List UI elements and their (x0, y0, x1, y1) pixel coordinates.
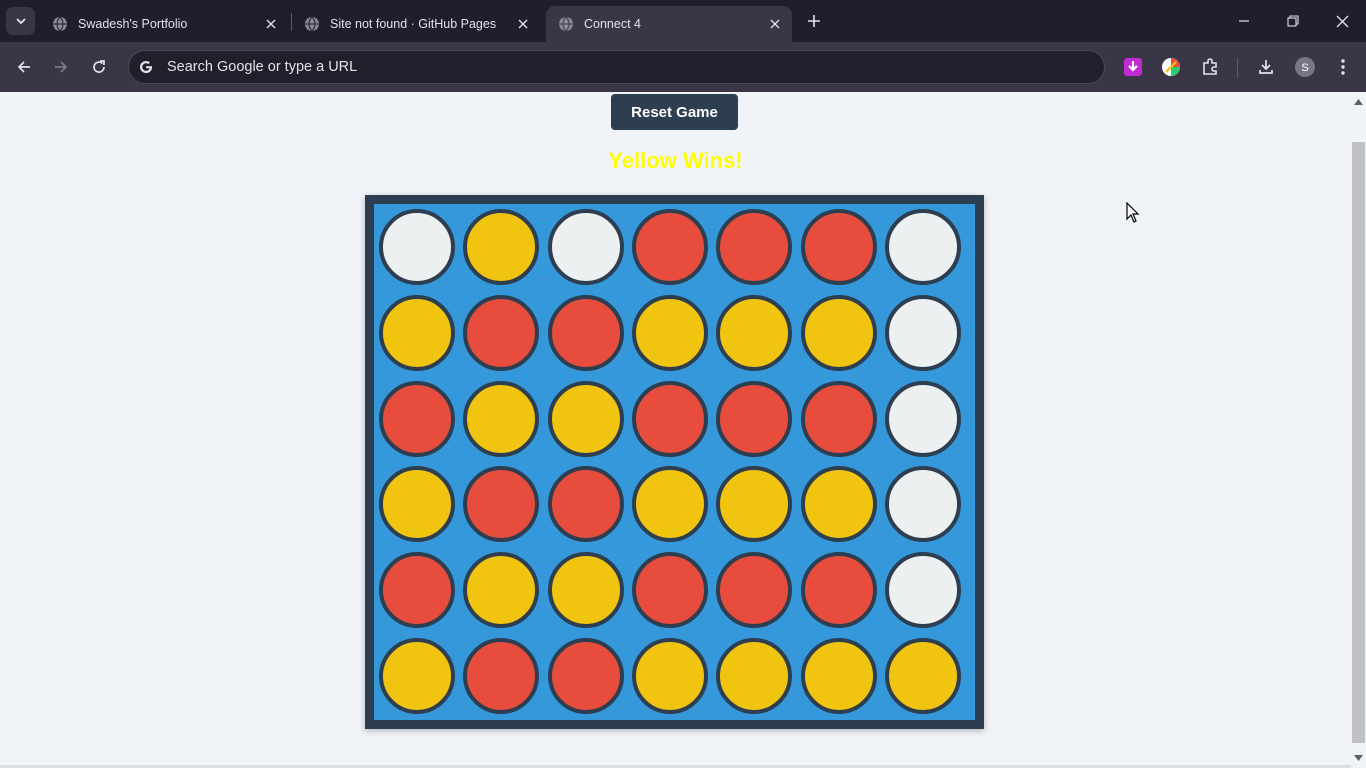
arrow-right-icon (55, 61, 68, 73)
vertical-scrollbar[interactable] (1351, 92, 1366, 768)
board-cell-yellow[interactable] (800, 294, 877, 371)
board-cell-yellow[interactable] (379, 294, 455, 371)
board-cell-yellow[interactable] (463, 209, 540, 285)
reload-button[interactable] (83, 51, 115, 83)
mouse-cursor-icon (1126, 201, 1140, 229)
board-cell-red[interactable] (379, 552, 455, 629)
scroll-up-icon[interactable] (1354, 97, 1363, 106)
board-cell-red[interactable] (463, 294, 540, 371)
board-cell-red[interactable] (547, 638, 624, 714)
tab-github-pages[interactable]: Site not found · GitHub Pages (292, 6, 540, 42)
address-bar[interactable]: Search Google or type a URL (128, 50, 1105, 84)
board-cell-empty[interactable] (379, 209, 455, 285)
board-cell-red[interactable] (716, 552, 793, 629)
plus-icon (808, 15, 820, 27)
board-cell-yellow[interactable] (716, 294, 793, 371)
board-cell-red[interactable] (631, 552, 708, 629)
tab-portfolio[interactable]: Swadesh's Portfolio (40, 6, 288, 42)
new-tab-button[interactable] (802, 9, 826, 33)
board-cell-empty[interactable] (884, 380, 961, 457)
restore-button[interactable] (1269, 0, 1317, 42)
arrow-left-icon (17, 61, 30, 73)
board-cell-empty[interactable] (884, 294, 961, 371)
globe-icon (304, 16, 320, 32)
menu-button[interactable] (1333, 57, 1353, 77)
chevron-down-icon (15, 18, 26, 25)
back-button[interactable] (8, 51, 40, 83)
board-cell-red[interactable] (379, 380, 455, 457)
tab-title: Swadesh's Portfolio (78, 17, 188, 31)
board-cell-empty[interactable] (884, 209, 961, 285)
board-cell-yellow[interactable] (716, 466, 793, 543)
board-cell-empty[interactable] (547, 209, 624, 285)
board-cell-yellow[interactable] (463, 380, 540, 457)
board-cell-red[interactable] (547, 466, 624, 543)
board-cell-red[interactable] (463, 466, 540, 543)
board-cell-empty[interactable] (884, 552, 961, 629)
minimize-icon (1239, 20, 1249, 22)
avatar-letter: S (1301, 62, 1308, 74)
board-cell-red[interactable] (631, 209, 708, 285)
extensions-icon[interactable] (1200, 57, 1220, 77)
board-cell-red[interactable] (716, 209, 793, 285)
board-cell-red[interactable] (631, 380, 708, 457)
close-icon (1336, 15, 1348, 27)
globe-icon (52, 16, 68, 32)
board-cell-yellow[interactable] (463, 552, 540, 629)
tab-connect4[interactable]: Connect 4 (546, 6, 792, 42)
downloads-icon[interactable] (1256, 57, 1276, 77)
board-cell-yellow[interactable] (379, 466, 455, 543)
more-vertical-icon (1341, 59, 1345, 75)
minimize-button[interactable] (1220, 0, 1268, 42)
browser-toolbar: Search Google or type a URL S (0, 42, 1366, 92)
tab-search-button[interactable] (6, 7, 35, 35)
tab-title: Connect 4 (584, 17, 641, 31)
globe-icon (558, 16, 574, 32)
close-icon[interactable] (262, 15, 280, 33)
board-cell-yellow[interactable] (631, 294, 708, 371)
close-icon[interactable] (766, 15, 784, 33)
game-status: Yellow Wins! (608, 148, 743, 173)
close-icon[interactable] (514, 15, 532, 33)
forward-button[interactable] (45, 51, 77, 83)
google-icon (137, 58, 155, 76)
scroll-down-icon[interactable] (1354, 753, 1363, 762)
tab-strip: Swadesh's Portfolio Site not found · Git… (0, 0, 1366, 42)
board-cell-red[interactable] (800, 380, 877, 457)
board-cell-red[interactable] (716, 380, 793, 457)
board-cell-yellow[interactable] (547, 380, 624, 457)
board-cell-yellow[interactable] (800, 466, 877, 543)
reload-icon (93, 60, 105, 73)
address-placeholder: Search Google or type a URL (167, 59, 358, 75)
board-cell-red[interactable] (547, 294, 624, 371)
toolbar-separator (1237, 58, 1238, 78)
board-cell-red[interactable] (800, 552, 877, 629)
restore-icon (1287, 15, 1299, 27)
profile-avatar[interactable]: S (1295, 57, 1315, 77)
board-cell-yellow[interactable] (884, 638, 961, 714)
close-window-button[interactable] (1318, 0, 1366, 42)
download-extension-icon[interactable] (1123, 57, 1143, 77)
board-cell-yellow[interactable] (716, 638, 793, 714)
tab-title: Site not found · GitHub Pages (330, 17, 497, 31)
page-viewport: Reset Game Yellow Wins! (0, 92, 1351, 768)
board-cell-yellow[interactable] (547, 552, 624, 629)
board-cell-yellow[interactable] (631, 466, 708, 543)
reset-game-button[interactable]: Reset Game (611, 94, 738, 130)
board-cell-yellow[interactable] (631, 638, 708, 714)
game-board (365, 195, 984, 729)
color-extension-icon[interactable] (1161, 57, 1181, 77)
scrollbar-thumb[interactable] (1352, 142, 1365, 743)
board-cell-empty[interactable] (884, 466, 961, 543)
board-cell-yellow[interactable] (379, 638, 455, 714)
board-cell-red[interactable] (800, 209, 877, 285)
board-cell-red[interactable] (463, 638, 540, 714)
board-cell-yellow[interactable] (800, 638, 877, 714)
